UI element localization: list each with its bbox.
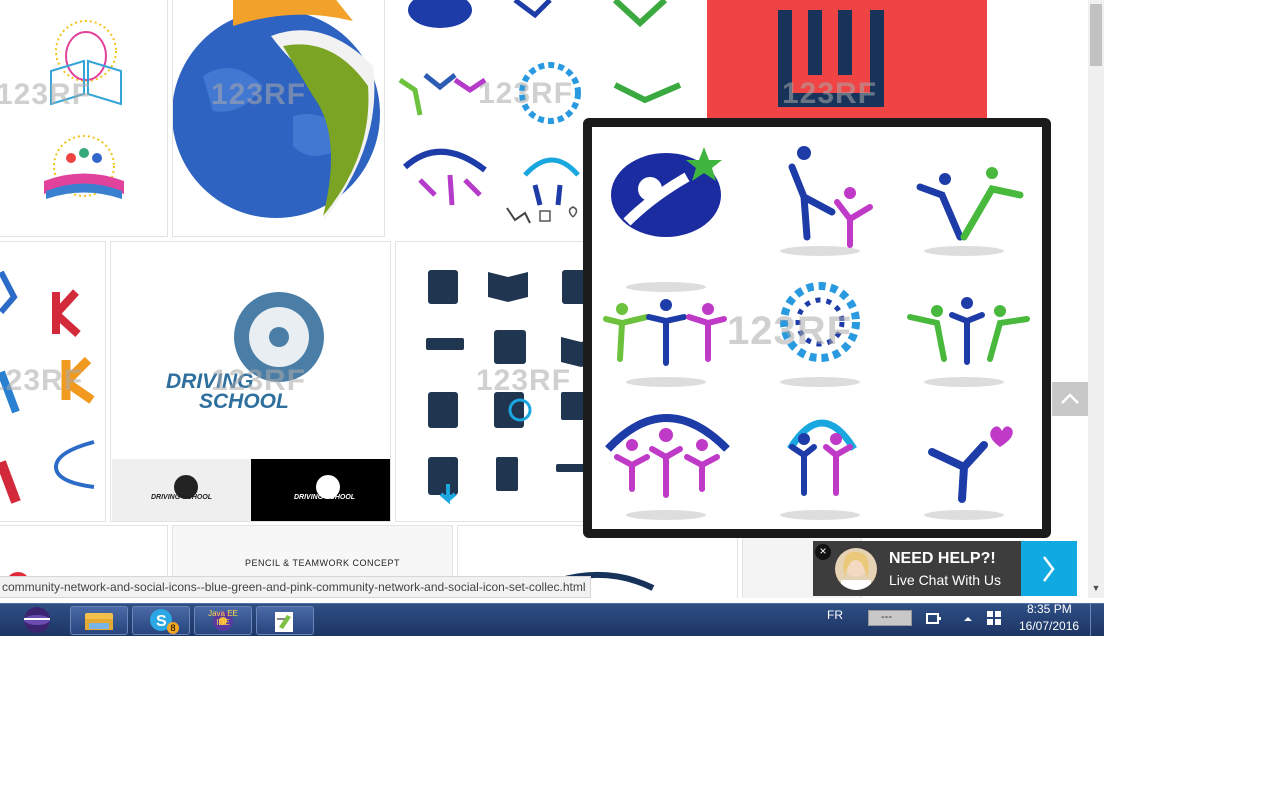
thumbnail-driving-school[interactable]: DRIVING SCHOOL DRIVING SCHOOL DRIVING SC… bbox=[110, 241, 391, 522]
show-hidden-icons-icon[interactable] bbox=[962, 614, 974, 624]
status-bar-url: community-network-and-social-icons--blue… bbox=[0, 576, 591, 598]
agent-avatar bbox=[835, 548, 877, 590]
vertical-scrollbar[interactable] bbox=[1088, 0, 1104, 598]
lightbulb-book-image bbox=[44, 20, 124, 199]
driving-school-subtitle: SCHOOL bbox=[199, 390, 289, 413]
chat-title: NEED HELP?! bbox=[889, 550, 996, 567]
clock-date[interactable]: 16/07/2016 bbox=[1019, 619, 1079, 633]
skype-badge: 8 bbox=[167, 622, 179, 634]
globe-person-image bbox=[173, 0, 380, 222]
taskbar-notepadpp[interactable] bbox=[256, 606, 314, 635]
java-ide-label: Java EE IDE bbox=[208, 609, 238, 627]
eclipse-orb-icon bbox=[24, 607, 50, 633]
clock-time[interactable]: 8:35 PM bbox=[1027, 602, 1072, 616]
driving-school-small-dark: DRIVING SCHOOL bbox=[294, 494, 356, 501]
chat-subtitle: Live Chat With Us bbox=[889, 572, 1002, 588]
thumbnail-lightbulb-book[interactable]: 123RF bbox=[0, 0, 168, 237]
book-icons-image bbox=[426, 270, 594, 505]
battery-text: --- bbox=[881, 611, 892, 623]
driving-school-small-light: DRIVING SCHOOL bbox=[151, 494, 213, 501]
language-indicator[interactable]: FR bbox=[827, 608, 843, 622]
notepad-icon bbox=[275, 612, 293, 632]
community-icon-set-preview bbox=[603, 146, 1030, 520]
show-desktop-button[interactable] bbox=[1090, 604, 1104, 636]
thumbnail-book-icons[interactable]: 123RF bbox=[395, 241, 595, 522]
chevron-right-icon bbox=[1043, 556, 1055, 582]
windows-flag-icon[interactable] bbox=[986, 610, 1002, 626]
scroll-to-top-button[interactable] bbox=[1052, 382, 1088, 416]
thumbnail-globe-person[interactable]: 123RF bbox=[172, 0, 385, 237]
windows-taskbar: S 8 Java EE IDE FR --- 8:35 PM 16/07/201… bbox=[0, 602, 1104, 636]
pencil-teamwork-caption: PENCIL & TEAMWORK CONCEPT bbox=[245, 558, 401, 568]
image-preview-popup: 123RF bbox=[583, 118, 1051, 538]
start-button[interactable] bbox=[6, 604, 66, 636]
scrollbar-thumb[interactable] bbox=[1090, 4, 1102, 66]
letter-k-image bbox=[0, 270, 95, 504]
taskbar-skype[interactable]: S 8 bbox=[132, 606, 190, 635]
battery-indicator[interactable]: --- bbox=[868, 610, 912, 626]
taskbar-java-ide[interactable]: Java EE IDE bbox=[194, 606, 252, 635]
skype-icon: S bbox=[150, 609, 172, 631]
svg-text:S: S bbox=[156, 613, 167, 630]
scroll-down-arrow-icon[interactable]: ▼ bbox=[1088, 580, 1104, 596]
browser-window: 123RF 123RF 123RF 123RF 23RF DRIVING SCH… bbox=[0, 0, 1104, 636]
taskbar-explorer[interactable] bbox=[70, 606, 128, 635]
thumbnail-letter-k[interactable]: 123RF bbox=[0, 241, 106, 522]
chevron-up-icon bbox=[1061, 393, 1079, 404]
open-chat-button[interactable] bbox=[1021, 541, 1077, 596]
chat-close-button[interactable]: × bbox=[815, 544, 831, 560]
power-plug-icon[interactable] bbox=[924, 610, 942, 626]
preview-image[interactable]: 123RF bbox=[592, 127, 1042, 529]
folder-icon bbox=[85, 613, 113, 630]
